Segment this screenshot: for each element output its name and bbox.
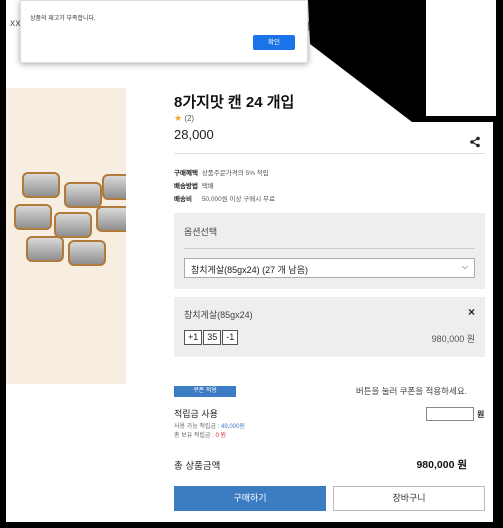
coupon-apply-button[interactable]: 쿠폰 적용 — [174, 386, 236, 397]
divider — [184, 248, 475, 249]
divider — [174, 153, 485, 154]
points-owned: 총 보유 적립금 : 0 원 — [174, 430, 226, 439]
qty-minus-button[interactable]: -1 — [222, 330, 239, 345]
points-available: 사용 가능 적립금 : 49,000원 — [174, 421, 245, 430]
alert-message: 상품의 재고가 부족합니다. — [30, 16, 96, 22]
alert-ok-button[interactable]: 확인 — [253, 35, 295, 50]
product-page: xx 뮤니티 이동 MY PAGE 8가지맛 캔 24 개입 ★ (2) 28,… — [0, 0, 503, 528]
rating: ★ (2) — [174, 113, 194, 124]
info-value: 택배 — [201, 183, 214, 190]
chevron-down-icon: ⌵ — [461, 262, 468, 271]
page: xx 뮤니티 이동 MY PAGE 8가지맛 캔 24 개입 ★ (2) 28,… — [0, 0, 503, 528]
info-value: 상품주문가격의 5% 적립 — [201, 170, 269, 177]
rating-count[interactable]: (2) — [184, 114, 194, 123]
info-value: 50,000원 이상 구매시 무료 — [201, 196, 275, 203]
qty-input[interactable]: 35 — [203, 330, 222, 345]
points-unit: 원 — [477, 410, 485, 419]
can-image — [68, 240, 106, 266]
can-image — [64, 182, 102, 208]
selected-item-price: 980,000 원 — [431, 334, 475, 344]
can-image — [102, 174, 126, 200]
info-row-shipping-fee: 배송비 50,000원 이상 구매시 무료 — [174, 193, 275, 203]
selected-item-name: 참치게살(85gx24) — [184, 310, 253, 320]
points-owned-label: 총 보유 적립금 : — [174, 433, 216, 439]
quantity-stepper: +1 35 -1 — [184, 330, 239, 345]
coupon-hint: 버튼을 눌러 쿠폰을 적용하세요. — [355, 386, 467, 396]
points-owned-value: 0 원 — [215, 433, 226, 439]
nav-item-mypage[interactable]: MY PAGE — [363, 18, 408, 29]
total-label: 총 상품금액 — [174, 461, 221, 472]
product-price: 28,000 — [174, 127, 214, 142]
option-select[interactable]: 참치게살(85gx24) (27 개 남음) ⌵ — [184, 258, 475, 278]
can-image — [14, 204, 52, 230]
points-title: 적립금 사용 — [174, 409, 218, 419]
product-title: 8가지맛 캔 24 개입 — [174, 94, 295, 111]
info-row-shipping-method: 배송방법 택배 — [174, 180, 214, 190]
alert-dialog: 상품의 재고가 부족합니다. 확인 — [20, 0, 308, 63]
option-selected-value: 참치게살(85gx24) (27 개 남음) — [191, 265, 308, 275]
points-input[interactable] — [426, 407, 474, 421]
info-label: 배송비 — [174, 196, 192, 203]
info-row-benefit: 구매혜택 상품주문가격의 5% 적립 — [174, 167, 269, 177]
qty-plus-button[interactable]: +1 — [184, 330, 203, 345]
total-value: 980,000 원 — [416, 459, 467, 471]
option-panel: 옵션선택 참치게살(85gx24) (27 개 남음) ⌵ — [174, 213, 485, 289]
buy-button[interactable]: 구매하기 — [174, 486, 326, 511]
cart-button[interactable]: 장바구니 — [333, 486, 485, 511]
selected-item-panel: 참치게살(85gx24) × +1 35 -1 980,000 원 — [174, 297, 485, 357]
product-image — [6, 88, 126, 384]
can-image — [22, 172, 60, 198]
can-image — [96, 206, 126, 232]
info-label: 구매혜택 — [174, 170, 198, 177]
info-label: 배송방법 — [174, 183, 198, 190]
option-label: 옵션선택 — [184, 227, 218, 237]
can-image — [26, 236, 64, 262]
close-icon[interactable]: × — [468, 305, 475, 319]
share-icon[interactable] — [469, 136, 481, 148]
can-image — [54, 212, 92, 238]
star-icon: ★ — [174, 113, 183, 123]
